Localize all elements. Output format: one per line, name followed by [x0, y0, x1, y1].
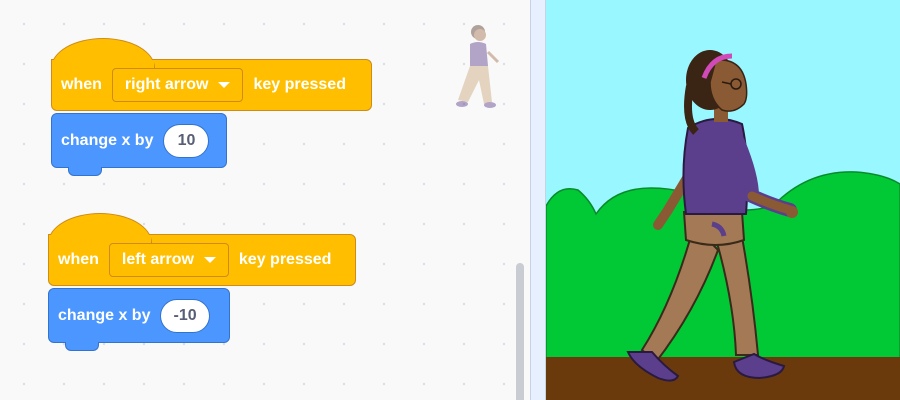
key-select-value: left arrow: [121, 251, 194, 268]
key-select-dropdown[interactable]: left arrow: [108, 243, 229, 277]
stage-backdrop: [546, 0, 900, 400]
workspace-stage-divider: [530, 0, 546, 400]
dropdown-caret-icon: [218, 82, 231, 88]
change-x-value-input[interactable]: -10: [160, 298, 210, 333]
when-key-pressed-block-left[interactable]: when left arrow key pressed: [48, 213, 356, 286]
change-x-value-input[interactable]: 10: [163, 123, 210, 158]
workspace-scrollbar[interactable]: [516, 263, 524, 400]
stage[interactable]: [546, 0, 900, 400]
when-label: when: [61, 76, 102, 93]
key-pressed-label: key pressed: [253, 76, 346, 93]
sprite-thumbnail-icon: [456, 25, 500, 108]
block-notch-fill: [66, 340, 98, 343]
key-select-value: right arrow: [124, 76, 209, 93]
code-workspace[interactable]: when right arrow key pressed change x by…: [0, 0, 530, 400]
key-select-dropdown[interactable]: right arrow: [111, 68, 244, 102]
ground: [546, 357, 900, 400]
change-x-label: change x by: [61, 131, 154, 149]
change-x-by-block[interactable]: change x by -10: [48, 288, 230, 351]
block-notch-tab: [68, 167, 102, 176]
when-key-pressed-block-right[interactable]: when right arrow key pressed: [51, 38, 372, 111]
block-notch-tab: [65, 342, 99, 351]
change-x-by-block[interactable]: change x by 10: [51, 113, 227, 176]
when-label: when: [58, 251, 99, 268]
key-pressed-label: key pressed: [238, 251, 332, 268]
dropdown-caret-icon: [203, 257, 216, 263]
block-notch-fill: [69, 165, 101, 168]
change-x-label: change x by: [58, 306, 151, 324]
